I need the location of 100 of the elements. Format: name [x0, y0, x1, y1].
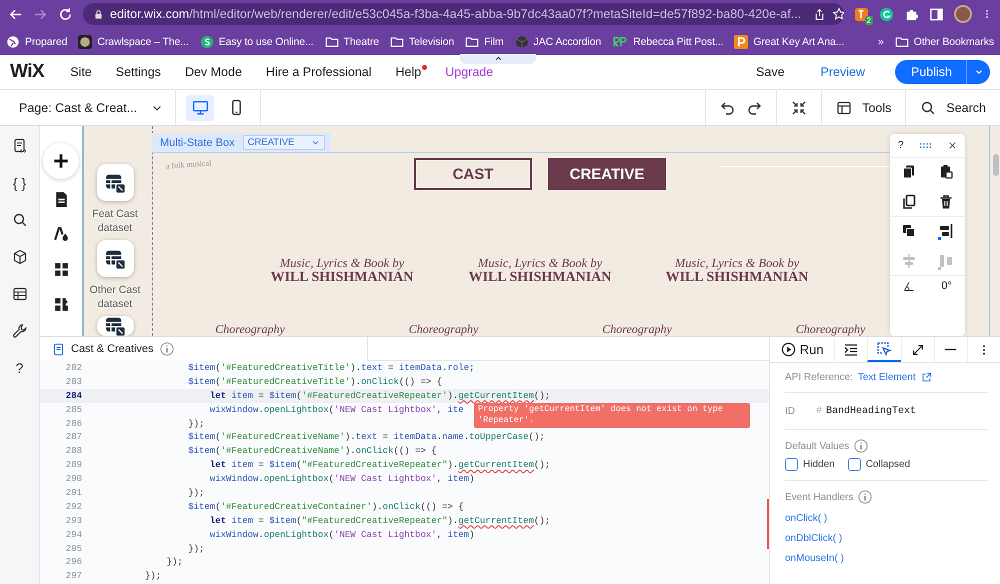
cube-icon[interactable] — [12, 249, 28, 265]
event-handler-link[interactable]: onMouseIn( ) — [785, 553, 988, 564]
shrink-icon[interactable] — [791, 100, 808, 116]
bookmark[interactable]: Great Key Art Ana... — [734, 34, 844, 48]
bookmark[interactable]: Propared — [6, 34, 68, 48]
add-button[interactable] — [43, 143, 79, 179]
bookmark[interactable]: Film — [465, 34, 504, 48]
extension-icon[interactable] — [854, 6, 869, 22]
rail-glyph[interactable]: { } — [12, 175, 26, 191]
sidebar-icon[interactable] — [929, 6, 944, 22]
expand-icon — [910, 342, 925, 356]
folder-icon — [894, 34, 909, 48]
moon-thumb-icon — [78, 34, 92, 48]
api-reference-link[interactable]: Text Element — [858, 372, 916, 383]
bookmark[interactable]: Rebecca Pitt Post... — [612, 34, 724, 48]
code-editor[interactable] — [40, 361, 769, 584]
code-line: $item('#FeaturedCreativeTitle').onClick(() => { — [187, 376, 442, 387]
code-line: wixWindow.openLightbox('NEW Cast Lightbox', item) — [208, 530, 474, 540]
menu-item[interactable]: Upgrade — [445, 65, 500, 79]
dataset-button[interactable] — [96, 240, 134, 277]
more-bookmarks[interactable]: » — [878, 36, 884, 48]
line-number: 296 — [64, 557, 82, 568]
menu-item[interactable]: Dev Mode — [184, 65, 248, 79]
duplicate-icon[interactable] — [900, 194, 917, 210]
page-code-icon[interactable] — [12, 138, 28, 154]
grammar-extension-icon[interactable] — [879, 6, 894, 22]
section-heading: Default Values — [785, 440, 850, 452]
address-bar[interactable]: editor.wix.com/html/editor/web/renderer/edit/e53c045a-f3ba-4a45-abba-9b7dc43aa07f?metaSiteId=de57f892-ba80-420e-af... — [83, 3, 844, 25]
event-handler-link[interactable]: onDblClick( ) — [785, 533, 988, 544]
dataset-button[interactable] — [96, 316, 134, 336]
rotation-value[interactable]: 0° — [941, 280, 952, 292]
bookmark-folder[interactable]: Other Bookmarks — [894, 34, 994, 48]
trash-icon[interactable] — [938, 194, 954, 210]
undo-icon[interactable] — [720, 100, 736, 116]
scrollbar-thumb[interactable] — [993, 154, 999, 176]
page-dropdown[interactable]: Page: Cast & Creat... — [0, 90, 176, 125]
folder-icon — [324, 34, 338, 48]
menu-item[interactable]: Help — [396, 65, 428, 79]
rotate-angle-icon[interactable] — [903, 280, 916, 292]
menu-item[interactable]: Hire a Professional — [266, 65, 378, 79]
code-line: $item('#FeaturedCreativeContainer').onClick(() => { — [187, 502, 464, 512]
line-number: 295 — [64, 544, 82, 554]
preview-button[interactable]: Preview — [820, 65, 865, 79]
reload-icon[interactable] — [58, 6, 73, 22]
play-icon — [780, 342, 796, 357]
search-icon[interactable] — [12, 212, 28, 228]
caret-icon — [310, 138, 320, 147]
rail-glyph[interactable]: ? — [16, 360, 24, 376]
external-link-icon[interactable] — [920, 372, 932, 383]
code-line: let item = $item("#FeaturedCreativeRepeater").getCurrentItem(); — [208, 460, 550, 470]
letter-tile-icon — [734, 34, 748, 48]
state-button[interactable]: CREATIVE — [548, 158, 666, 190]
info-icon[interactable] — [160, 342, 174, 356]
menu-item[interactable]: Settings — [116, 65, 167, 79]
tagline: a folk musical — [166, 158, 212, 171]
checkbox[interactable] — [785, 458, 798, 471]
credit-role: Music, Lyrics & Book by — [476, 256, 604, 270]
bookmark[interactable]: Theatre — [324, 34, 379, 48]
state-dropdown[interactable]: CREATIVE — [242, 135, 325, 150]
code-line: }); — [187, 488, 204, 498]
tools-button[interactable]: Tools — [821, 90, 906, 125]
star-icon[interactable] — [832, 7, 844, 21]
event-handler-link[interactable]: onClick( ) — [785, 513, 988, 524]
table-icon[interactable] — [12, 286, 28, 302]
info-icon[interactable] — [854, 439, 868, 453]
select-box-icon — [876, 340, 892, 356]
puzzle-icon[interactable] — [52, 296, 70, 313]
role-heading: Choreography — [794, 322, 866, 336]
menu-item[interactable]: Site — [70, 65, 98, 79]
line-number: 297 — [64, 571, 82, 582]
bookmark[interactable]: JAC Accordion — [514, 34, 602, 48]
paste-icon[interactable] — [938, 164, 954, 180]
run-button[interactable]: Run — [770, 337, 834, 362]
code-line: }); — [187, 418, 204, 428]
checkbox[interactable] — [848, 458, 861, 471]
properties-button[interactable] — [867, 337, 901, 362]
info-icon[interactable] — [858, 490, 872, 504]
share-icon[interactable] — [813, 8, 826, 20]
bookmark[interactable]: Easy to use Online... — [200, 34, 314, 48]
code-line: let item = $item('#FeaturedCreativeRepeater').getCurrentItem(); — [208, 390, 550, 401]
help-link[interactable]: ? — [898, 140, 904, 151]
bookmark[interactable]: Television — [390, 34, 454, 48]
align-icon[interactable] — [938, 223, 954, 239]
desktop-view-button[interactable] — [186, 94, 214, 120]
bookmark[interactable]: Crawlspace – The... — [78, 34, 189, 48]
line-number: 284 — [64, 390, 82, 401]
credit-role: Music, Lyrics & Book by — [278, 256, 406, 270]
apps-icon[interactable] — [52, 261, 70, 278]
wrench-icon[interactable] — [12, 323, 28, 339]
redo-icon[interactable] — [746, 100, 762, 116]
state-button[interactable]: CAST — [414, 158, 532, 190]
avatar[interactable] — [954, 5, 972, 23]
publish-button[interactable]: Publish — [895, 60, 990, 84]
save-button[interactable]: Save — [756, 65, 785, 79]
paint-icon[interactable] — [52, 226, 70, 243]
logo[interactable]: WiX — [10, 61, 44, 83]
close-icon[interactable] — [948, 141, 957, 150]
dataset-button[interactable] — [96, 164, 134, 201]
search-button[interactable]: Search — [905, 90, 1000, 125]
arrange-icon[interactable] — [900, 223, 917, 239]
